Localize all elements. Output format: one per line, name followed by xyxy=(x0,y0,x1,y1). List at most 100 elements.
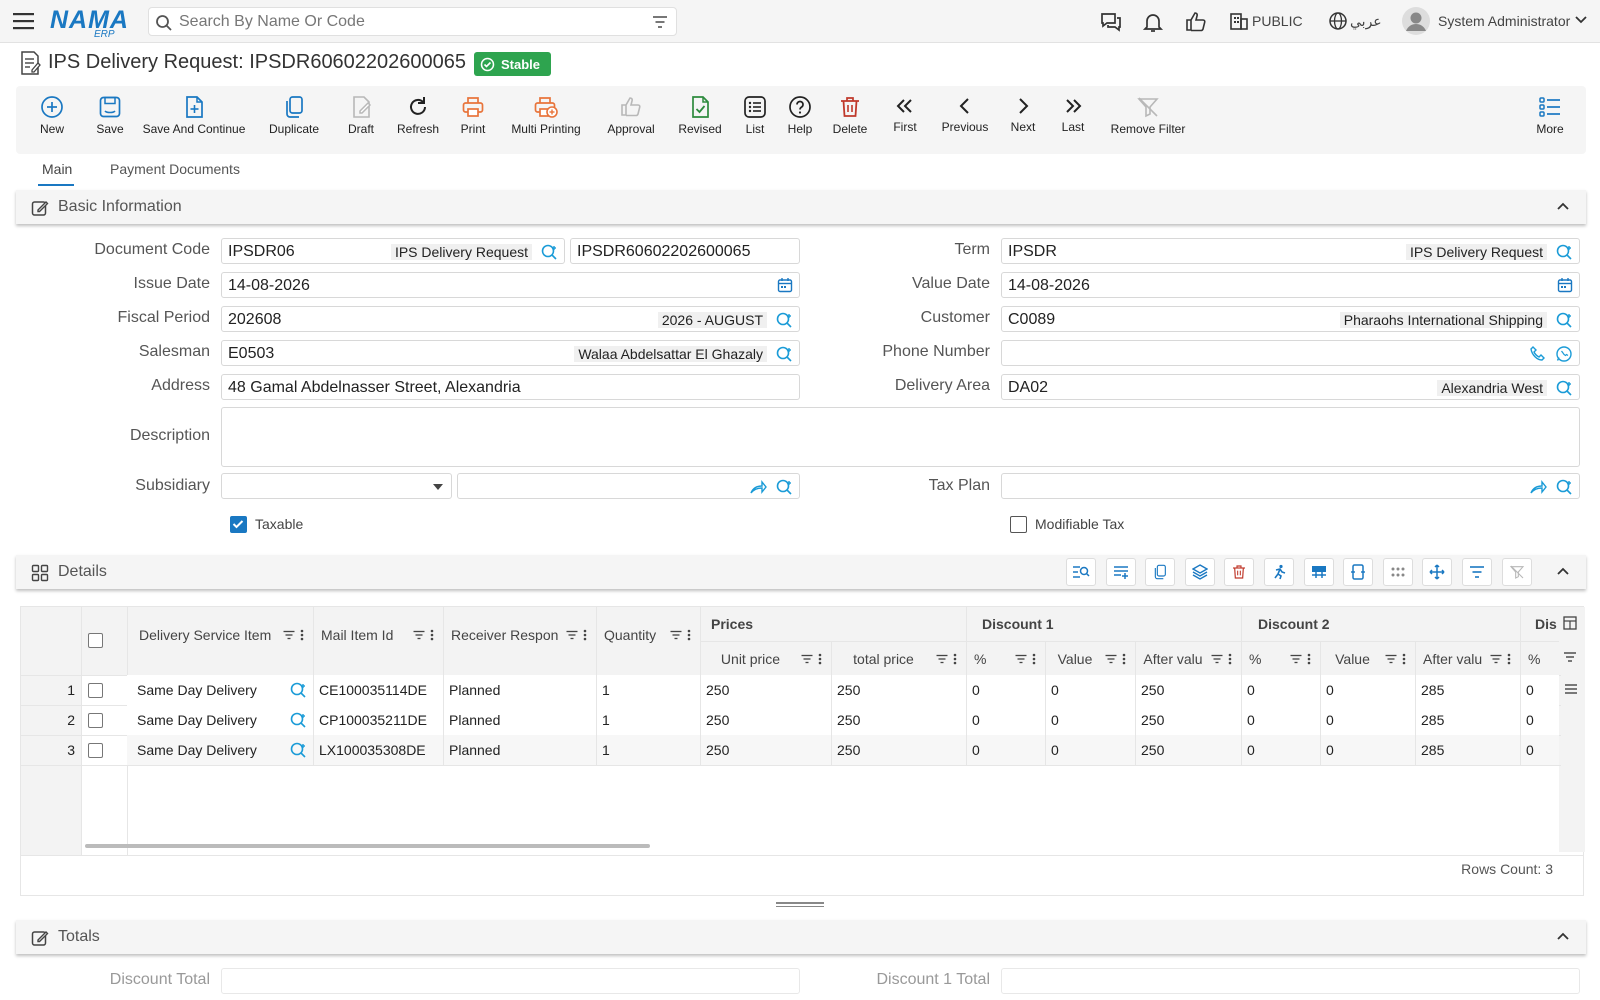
column-filter-icon[interactable] xyxy=(283,630,295,640)
column-menu-icon[interactable] xyxy=(1032,653,1036,665)
column-filter-icon[interactable] xyxy=(1105,654,1117,664)
lookup-icon[interactable] xyxy=(1555,478,1573,496)
cell-d2v[interactable]: 0 xyxy=(1326,712,1334,728)
revised-button[interactable]: Revised xyxy=(670,86,730,154)
cell-d1a[interactable]: 250 xyxy=(1141,682,1164,698)
calendar-icon[interactable] xyxy=(777,277,793,293)
cell-d1v[interactable]: 0 xyxy=(1051,682,1059,698)
column-header[interactable]: After valu xyxy=(1143,651,1203,667)
phone-icon[interactable] xyxy=(1529,345,1547,363)
subsidiary-select[interactable] xyxy=(221,473,452,499)
remove-filter-button[interactable]: Remove Filter xyxy=(1098,86,1198,154)
cell-item[interactable]: Same Day Delivery xyxy=(137,682,257,698)
cell-total[interactable]: 250 xyxy=(837,682,860,698)
cell-receiver[interactable]: Planned xyxy=(449,742,500,758)
columns-icon[interactable] xyxy=(1563,616,1577,630)
cell-qty[interactable]: 1 xyxy=(602,742,610,758)
share-icon[interactable] xyxy=(749,478,767,496)
phone-number-field[interactable] xyxy=(1001,340,1580,366)
cell-d3p[interactable]: 0 xyxy=(1526,682,1534,698)
column-header[interactable]: % xyxy=(974,651,1007,667)
cell-receiver[interactable]: Planned xyxy=(449,712,500,728)
draft-button[interactable]: Draft xyxy=(338,86,384,154)
lookup-icon[interactable] xyxy=(775,311,793,329)
cell-d1v[interactable]: 0 xyxy=(1051,742,1059,758)
discount1-total-field[interactable] xyxy=(1001,968,1580,994)
tab-payment-documents[interactable]: Payment Documents xyxy=(110,161,240,177)
save-and-continue-button[interactable]: Save And Continue xyxy=(130,86,258,154)
cell-unit[interactable]: 250 xyxy=(706,742,729,758)
filter-icon[interactable] xyxy=(652,15,668,29)
search-input[interactable] xyxy=(179,12,639,32)
public-label[interactable]: PUBLIC xyxy=(1252,13,1303,29)
previous-button[interactable]: Previous xyxy=(934,86,996,154)
dots-grid-tool[interactable] xyxy=(1382,558,1413,586)
column-menu-icon[interactable] xyxy=(430,629,434,641)
column-filter-icon[interactable] xyxy=(1385,654,1397,664)
customer-field[interactable]: C0089 Pharaohs International Shipping xyxy=(1001,306,1580,332)
resize-handle[interactable] xyxy=(776,902,824,908)
cell-d2a[interactable]: 285 xyxy=(1421,712,1444,728)
basic-information-header[interactable]: Basic Information xyxy=(16,190,1586,224)
collapse-icon[interactable] xyxy=(1556,566,1570,576)
issue-date-field[interactable]: 14-08-2026 xyxy=(221,272,800,298)
column-header[interactable]: % xyxy=(1528,651,1540,667)
row-checkbox[interactable] xyxy=(88,713,103,728)
column-menu-icon[interactable] xyxy=(818,653,822,665)
lookup-icon[interactable] xyxy=(289,711,307,729)
lookup-icon[interactable] xyxy=(1555,243,1573,261)
column-header[interactable]: % xyxy=(1249,651,1282,667)
cell-d2a[interactable]: 285 xyxy=(1421,682,1444,698)
salesman-field[interactable]: E0503 Walaa Abdelsattar El Ghazaly xyxy=(221,340,800,366)
column-menu-icon[interactable] xyxy=(1122,653,1126,665)
column-menu-icon[interactable] xyxy=(300,629,304,641)
column-menu-icon[interactable] xyxy=(1228,653,1232,665)
bell-icon[interactable] xyxy=(1141,10,1165,34)
lookup-icon[interactable] xyxy=(1555,379,1573,397)
cell-unit[interactable]: 250 xyxy=(706,682,729,698)
avatar[interactable] xyxy=(1401,6,1431,36)
lookup-icon[interactable] xyxy=(1555,311,1573,329)
select-all-checkbox[interactable] xyxy=(88,633,103,648)
run-tool[interactable] xyxy=(1264,558,1294,586)
column-filter-icon[interactable] xyxy=(1290,654,1302,664)
approval-button[interactable]: Approval xyxy=(601,86,661,154)
fiscal-period-field[interactable]: 202608 2026 - AUGUST xyxy=(221,306,800,332)
new-button[interactable]: New xyxy=(32,86,72,154)
user-name[interactable]: System Administrator xyxy=(1438,13,1570,29)
list-button[interactable]: List xyxy=(734,86,776,154)
tab-main[interactable]: Main xyxy=(42,161,72,177)
column-filter-icon[interactable] xyxy=(1015,654,1027,664)
delete-button[interactable]: Delete xyxy=(824,86,876,154)
delivery-area-field[interactable]: DA02 Alexandria West xyxy=(1001,374,1580,400)
column-filter-icon[interactable] xyxy=(413,630,425,640)
tax-plan-field[interactable] xyxy=(1001,473,1580,499)
cell-item[interactable]: Same Day Delivery xyxy=(137,742,257,758)
first-button[interactable]: First xyxy=(884,86,926,154)
lookup-icon[interactable] xyxy=(775,345,793,363)
multi-printing-button[interactable]: Multi Printing xyxy=(494,86,598,154)
column-header[interactable]: Delivery Service Item xyxy=(139,627,275,643)
collapse-icon[interactable] xyxy=(1556,201,1570,211)
cell-receiver[interactable]: Planned xyxy=(449,682,500,698)
column-filter-icon[interactable] xyxy=(801,654,813,664)
cell-mail-id[interactable]: LX100035308DE xyxy=(319,742,426,758)
fit-columns-tool[interactable] xyxy=(1343,558,1374,586)
cell-d1v[interactable]: 0 xyxy=(1051,712,1059,728)
column-header[interactable]: Value xyxy=(1328,651,1377,667)
horizontal-scrollbar[interactable] xyxy=(85,844,650,848)
column-filter-icon[interactable] xyxy=(1490,654,1502,664)
column-header[interactable]: Mail Item Id xyxy=(321,627,405,643)
column-header[interactable]: Quantity xyxy=(604,627,662,643)
row-checkbox[interactable] xyxy=(88,683,103,698)
move-tool[interactable] xyxy=(1422,558,1453,586)
column-menu-icon[interactable] xyxy=(1402,653,1406,665)
subsidiary-field[interactable] xyxy=(457,473,800,499)
thumbs-up-icon[interactable] xyxy=(1184,10,1208,34)
column-filter-icon[interactable] xyxy=(1211,654,1223,664)
trash-tool[interactable] xyxy=(1224,558,1255,586)
layers-tool[interactable] xyxy=(1184,558,1215,586)
cell-mail-id[interactable]: CE100035114DE xyxy=(319,682,427,698)
cell-d3p[interactable]: 0 xyxy=(1526,742,1534,758)
totals-header[interactable]: Totals xyxy=(16,920,1586,954)
